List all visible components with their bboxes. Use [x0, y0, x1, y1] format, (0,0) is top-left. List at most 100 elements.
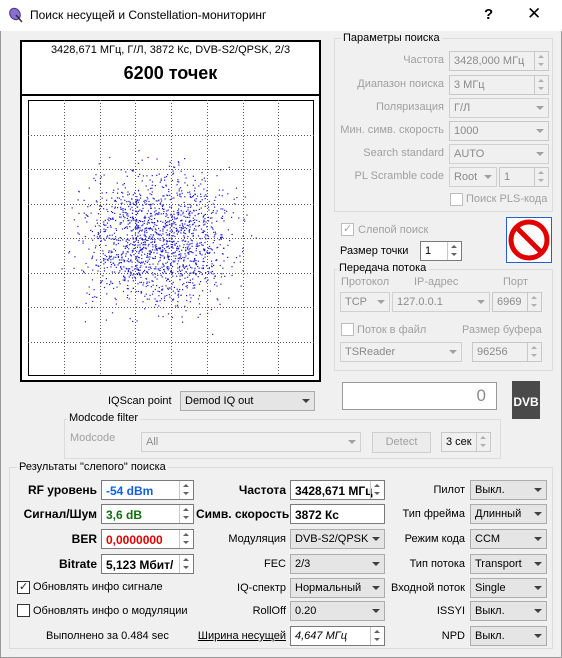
constellation-point — [94, 179, 97, 182]
constellation-point — [197, 225, 199, 227]
iqscan-select[interactable]: Demod IQ out — [180, 391, 315, 411]
constellation-point — [150, 242, 152, 244]
npd-select[interactable]: Выкл. — [470, 626, 547, 646]
constellation-point — [128, 193, 130, 195]
rolloff-select[interactable]: 0.20 — [290, 601, 385, 621]
constellation-point — [153, 252, 155, 254]
interval-input[interactable]: 3 сек — [441, 432, 491, 452]
update-mod-checkbox[interactable] — [17, 604, 30, 617]
constellation-point — [106, 236, 108, 238]
constellation-point — [214, 199, 216, 201]
constellation-point — [215, 259, 218, 261]
constellation-point — [126, 297, 128, 299]
pilot-select[interactable]: Выкл. — [470, 480, 547, 500]
constellation-point — [149, 250, 151, 252]
constellation-point — [176, 184, 178, 186]
constellation-point — [151, 187, 153, 189]
elapsed-text: Выполнено за 0.484 sec — [46, 630, 169, 642]
constellation-point — [211, 263, 213, 265]
pls-search-checkbox[interactable] — [450, 193, 463, 206]
constellation-point — [243, 218, 245, 220]
constellation-point — [170, 237, 172, 239]
constellation-point — [195, 264, 198, 266]
constellation-point — [162, 195, 164, 197]
blind-search-checkbox[interactable] — [341, 222, 354, 236]
constellation-point — [197, 316, 199, 318]
update-signal-checkbox[interactable] — [17, 580, 30, 594]
point-size-input[interactable]: 1 — [420, 241, 462, 261]
constellation-point — [159, 239, 161, 241]
constellation-point — [212, 203, 214, 205]
code-mode-select[interactable]: CCM — [470, 529, 547, 549]
constellation-point — [127, 280, 129, 282]
constellation-point — [165, 184, 167, 186]
constellation-point — [117, 207, 119, 209]
stream-type-select[interactable]: Transport — [470, 554, 547, 574]
constellation-point — [184, 174, 186, 176]
frequency-input[interactable]: 3428,000 МГц — [449, 51, 549, 71]
pls-mode-select[interactable]: Root — [449, 167, 497, 187]
constellation-point — [85, 302, 87, 304]
constellation-point — [173, 232, 175, 234]
constellation-point — [185, 220, 187, 222]
reader-select[interactable]: TSReader — [340, 342, 462, 362]
stream-to-file-checkbox[interactable] — [341, 323, 354, 336]
constellation-point — [184, 277, 186, 279]
constellation-point — [127, 288, 129, 290]
constellation-point — [186, 281, 188, 283]
issyi-select[interactable]: Выкл. — [470, 601, 547, 621]
constellation-point — [184, 305, 186, 307]
constellation-point — [181, 273, 183, 276]
protocol-select[interactable]: TCP — [340, 292, 390, 312]
constellation-point — [120, 266, 122, 268]
range-input[interactable]: 3 МГц — [449, 75, 549, 95]
polarization-select[interactable]: Г/Л — [449, 98, 549, 118]
constellation-point — [182, 224, 184, 226]
constellation-point — [131, 198, 133, 200]
constellation-point — [118, 272, 120, 274]
constellation-point — [187, 207, 189, 209]
constellation-point — [231, 233, 233, 236]
min-symrate-select[interactable]: 1000 — [449, 121, 549, 141]
no-entry-icon[interactable] — [506, 217, 552, 263]
frame-select[interactable]: Длинный — [470, 504, 547, 524]
constellation-point — [196, 243, 198, 246]
iq-spectrum-select[interactable]: Нормальный — [290, 578, 385, 598]
close-button[interactable]: ✕ — [527, 4, 541, 24]
constellation-point — [122, 184, 124, 186]
port-input[interactable]: 6969 — [492, 292, 542, 312]
constellation-point — [179, 265, 181, 267]
constellation-point — [242, 251, 244, 253]
constellation-point — [104, 239, 106, 241]
constellation-point — [180, 170, 182, 172]
constellation-point — [141, 258, 143, 260]
modulation-select[interactable]: DVB-S2/QPSK — [290, 529, 385, 549]
modcode-select[interactable]: All — [141, 432, 361, 452]
issyi-label: ISSYI — [436, 605, 465, 617]
help-button[interactable]: ? — [484, 6, 493, 23]
constellation-point — [152, 229, 154, 231]
constellation-point — [78, 239, 80, 242]
detect-button[interactable]: Detect — [372, 432, 431, 453]
constellation-point — [144, 238, 147, 241]
input-stream-select[interactable]: Single — [470, 578, 547, 598]
standard-select[interactable]: AUTO — [449, 144, 549, 164]
constellation-point — [174, 244, 176, 246]
stream-to-file-label: Поток в файл — [357, 324, 427, 336]
constellation-point — [183, 244, 185, 246]
constellation-point — [212, 242, 214, 244]
ip-select[interactable]: 127.0.0.1 — [392, 292, 490, 312]
constellation-point — [142, 284, 144, 286]
buffer-input[interactable]: 96256 — [472, 342, 542, 362]
bandwidth-label[interactable]: Ширина несущей — [196, 630, 286, 642]
frequency-label: Частота — [403, 54, 444, 66]
constellation-point — [207, 279, 209, 281]
constellation-point — [177, 301, 179, 303]
constellation-point — [101, 205, 103, 207]
constellation-point — [164, 239, 166, 241]
constellation-point — [171, 241, 173, 243]
constellation-point — [147, 253, 149, 255]
fec-select[interactable]: 2/3 — [290, 554, 385, 574]
pls-code-input[interactable]: 1 — [499, 167, 549, 187]
constellation-point — [190, 272, 192, 274]
